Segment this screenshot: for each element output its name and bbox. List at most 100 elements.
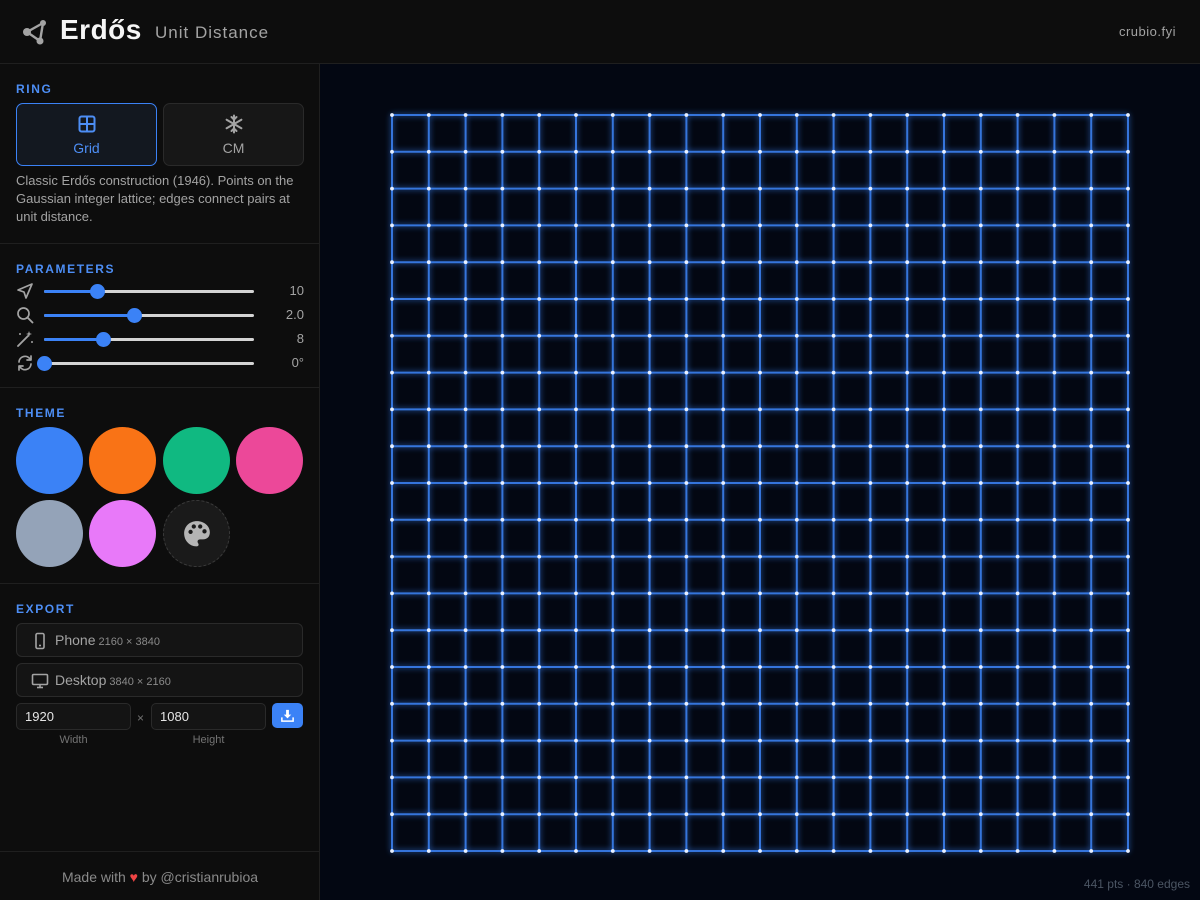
lattice-point [721, 297, 726, 301]
export-desktop-button[interactable]: Desktop 3840 × 2160 [16, 663, 303, 697]
height-input[interactable] [151, 703, 266, 730]
lattice-point [1052, 297, 1057, 301]
theme-swatch-pink[interactable] [236, 427, 303, 494]
lattice-point [758, 333, 762, 338]
lattice-point [684, 738, 689, 743]
lattice-point [1052, 186, 1057, 191]
lattice-point [758, 149, 762, 154]
lattice-point [905, 223, 910, 228]
lattice-point [905, 591, 910, 596]
lattice-point [574, 517, 578, 522]
ring-option-label: Grid [73, 140, 100, 156]
zoom-slider[interactable] [44, 308, 254, 323]
lattice-point [942, 186, 946, 191]
width-input[interactable] [16, 703, 131, 730]
visualization-canvas[interactable]: 441 pts · 840 edges [320, 64, 1200, 900]
lattice-point [610, 775, 615, 780]
lattice-point [1015, 407, 1020, 412]
lattice-point [758, 186, 762, 191]
theme-swatch-violet[interactable] [89, 500, 156, 567]
lattice-point [721, 738, 726, 743]
lattice-point [1015, 738, 1020, 743]
lattice-point [426, 407, 431, 412]
lattice-point [942, 444, 946, 449]
lattice-point [1015, 223, 1020, 228]
slider-knob[interactable] [95, 332, 111, 347]
lattice-point [1126, 260, 1130, 265]
lattice-point [647, 149, 652, 154]
points-slider[interactable] [44, 284, 254, 299]
lattice-point [978, 554, 983, 559]
site-link[interactable]: crubio.fyi [1119, 24, 1176, 39]
lattice-point [905, 407, 910, 412]
lattice-point [905, 849, 910, 853]
lattice-point [610, 517, 615, 522]
lattice-point [684, 333, 689, 338]
lattice-point [537, 444, 542, 449]
lattice-point [500, 297, 505, 301]
lattice-point [831, 333, 836, 338]
download-button[interactable] [272, 703, 303, 728]
lattice-point [721, 701, 726, 706]
lattice-point [831, 775, 836, 780]
lattice-point [831, 738, 836, 743]
lattice-point [868, 775, 873, 780]
lattice-point [868, 481, 873, 485]
glow-slider[interactable] [44, 332, 254, 347]
lattice-point [390, 554, 394, 559]
lattice-point [610, 628, 615, 633]
lattice-point [794, 260, 799, 265]
lattice-point [684, 186, 689, 191]
lattice-point [647, 849, 652, 853]
lattice-point [574, 481, 578, 485]
lattice-point [537, 297, 542, 301]
lattice-point [647, 223, 652, 228]
lattice-point [1126, 849, 1130, 853]
theme-swatch-blue[interactable] [16, 427, 83, 494]
lattice-point [684, 149, 689, 154]
lattice-point [794, 481, 799, 485]
lattice-point [905, 554, 910, 559]
lattice-point [500, 149, 505, 154]
lattice-point [1052, 223, 1057, 228]
ring-option-grid[interactable]: Grid [16, 103, 157, 166]
lattice-point [500, 481, 505, 485]
lattice-point [500, 333, 505, 338]
lattice-point [721, 186, 726, 191]
lattice-point [684, 260, 689, 265]
lattice-point [647, 186, 652, 191]
slider-knob[interactable] [127, 308, 143, 323]
lattice-point [1015, 481, 1020, 485]
theme-section-title: THEME [16, 406, 66, 420]
rotation-slider[interactable] [37, 356, 254, 371]
slider-knob[interactable] [89, 284, 105, 299]
theme-swatch-orange[interactable] [89, 427, 156, 494]
rotation-value: 0° [291, 355, 304, 370]
theme-custom-button[interactable] [163, 500, 230, 567]
lattice-point [1052, 407, 1057, 412]
lattice-point [758, 775, 762, 780]
slider-knob[interactable] [37, 356, 52, 371]
export-phone-button[interactable]: Phone 2160 × 3840 [16, 623, 303, 657]
lattice-point [1015, 554, 1020, 559]
lattice-point [610, 333, 615, 338]
lattice-point [831, 849, 836, 853]
lattice-point [426, 628, 431, 633]
lattice-point [868, 738, 873, 743]
lattice-point [1052, 775, 1057, 780]
lattice-point [684, 554, 689, 559]
lattice-point [463, 260, 468, 265]
lattice-point [831, 701, 836, 706]
zoom-icon [17, 307, 34, 324]
lattice-point [537, 260, 542, 265]
lattice-point [1015, 260, 1020, 265]
lattice-point [758, 297, 762, 301]
theme-swatch-green[interactable] [163, 427, 230, 494]
lattice-point [1052, 333, 1057, 338]
ring-option-cm[interactable]: CM [163, 103, 304, 166]
lattice-point [426, 554, 431, 559]
footer-author[interactable]: by @cristianrubioa [142, 869, 258, 885]
lattice-point [537, 628, 542, 633]
theme-swatch-slate[interactable] [16, 500, 83, 567]
lattice-point [1052, 260, 1057, 265]
